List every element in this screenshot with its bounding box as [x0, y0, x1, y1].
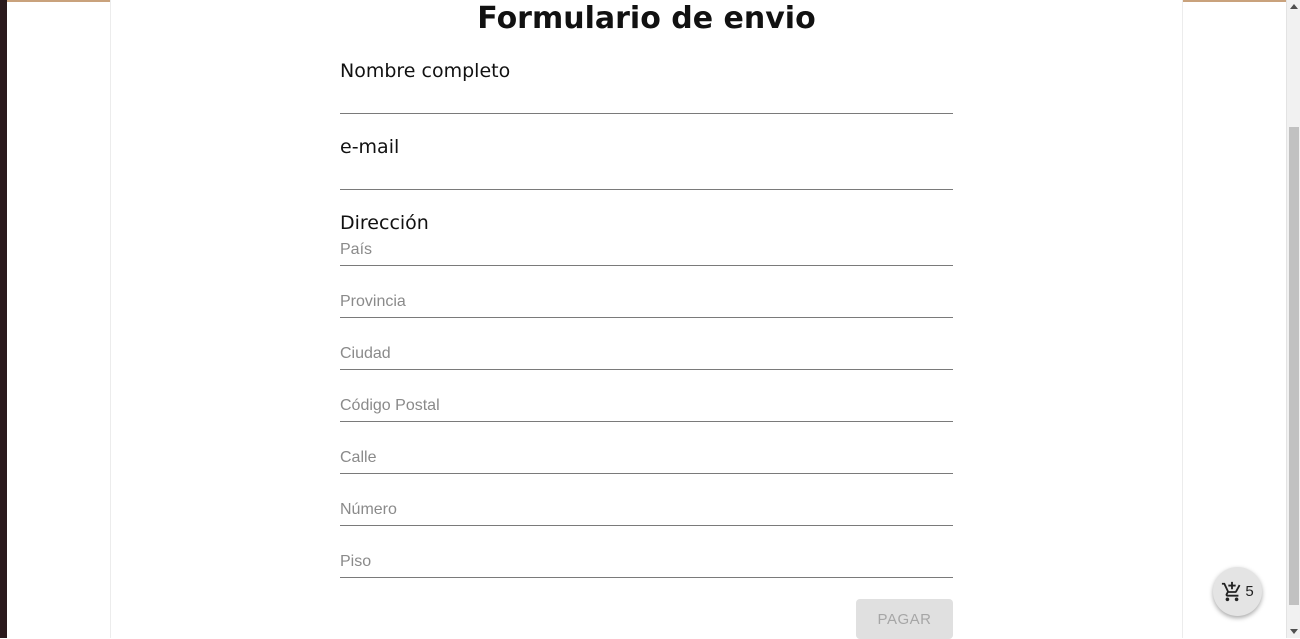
email-field[interactable] — [340, 158, 953, 190]
scroll-up-icon[interactable] — [1290, 4, 1298, 9]
cart-button[interactable]: 5 — [1213, 567, 1262, 616]
full-name-label: Nombre completo — [340, 60, 511, 82]
scrollbar-thumb[interactable] — [1289, 127, 1299, 605]
pay-button[interactable]: PAGAR — [856, 599, 953, 639]
street-field[interactable] — [340, 442, 953, 474]
window-edge — [0, 0, 7, 638]
email-label: e-mail — [340, 136, 400, 158]
vertical-scrollbar[interactable] — [1286, 0, 1300, 638]
floor-field[interactable] — [340, 546, 953, 578]
city-field[interactable] — [340, 338, 953, 370]
postal-code-field[interactable] — [340, 390, 953, 422]
number-field[interactable] — [340, 494, 953, 526]
full-name-field[interactable] — [340, 82, 953, 114]
country-field[interactable] — [340, 234, 953, 266]
cart-count-badge: 5 — [1245, 583, 1254, 600]
add-shopping-cart-icon — [1221, 581, 1243, 603]
address-label: Dirección — [340, 212, 429, 234]
scroll-down-icon[interactable] — [1290, 629, 1298, 634]
province-field[interactable] — [340, 286, 953, 318]
page-title: Formulario de envio — [477, 1, 816, 36]
